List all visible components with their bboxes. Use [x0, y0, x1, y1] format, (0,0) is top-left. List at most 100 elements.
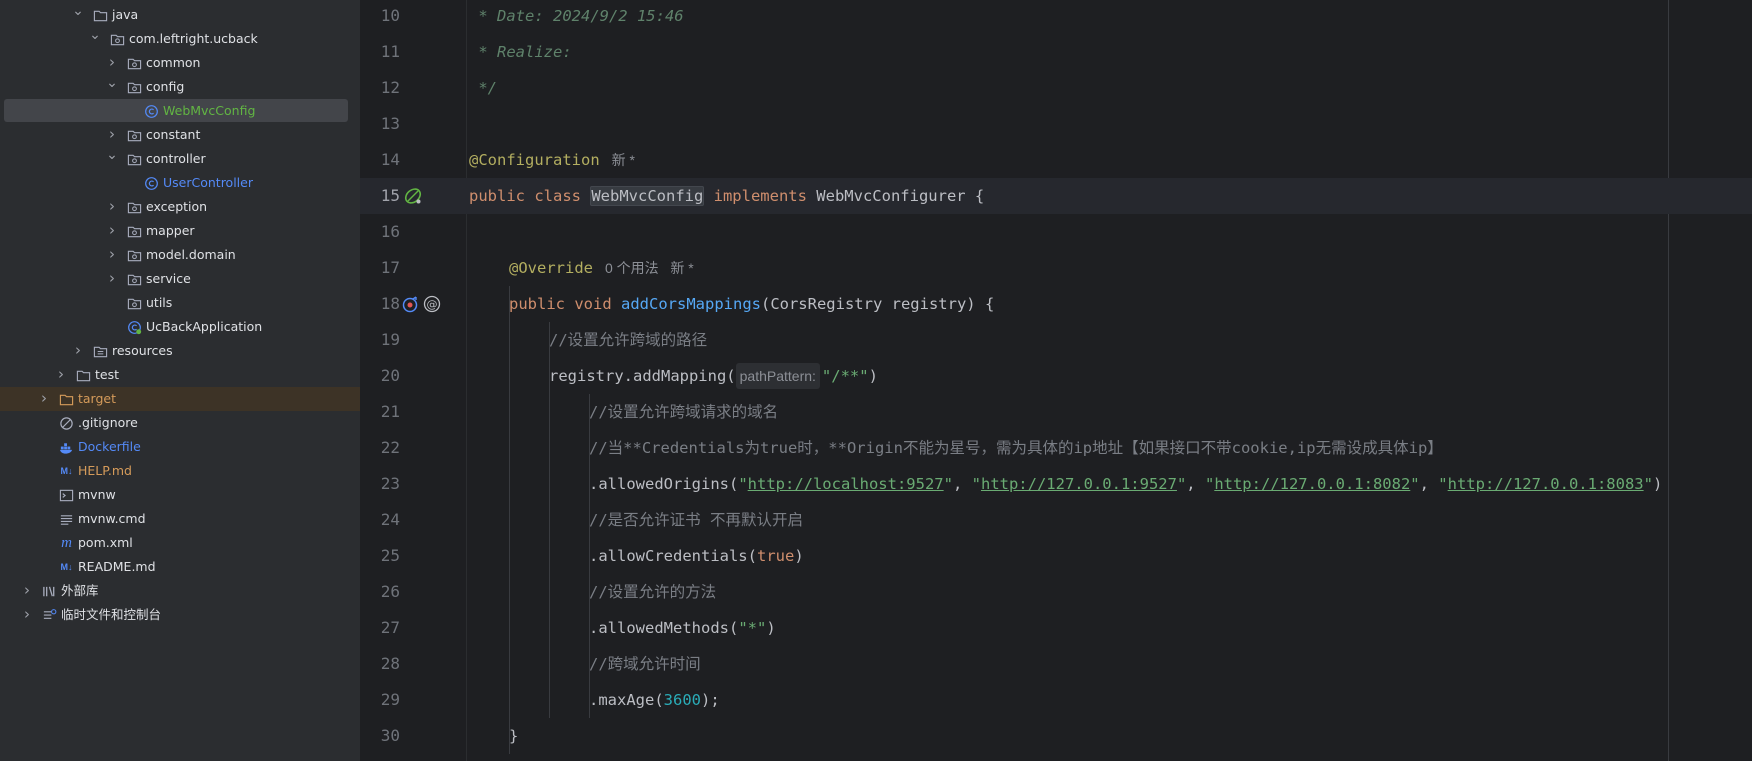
code-line[interactable]: 15 public class WebMvcConfig implements W… [360, 178, 1752, 214]
code-text[interactable]: registry.addMapping(pathPattern: "/**") [549, 358, 878, 394]
tree-item[interactable]: › exception [0, 195, 360, 219]
tree-item[interactable]: › resources [0, 339, 360, 363]
chevron-down-icon[interactable]: ⌄ [105, 75, 119, 99]
line-number[interactable]: 15 [360, 178, 400, 214]
code-text[interactable]: @Configuration 新 * [469, 142, 635, 178]
code-text[interactable]: //当**Credentials为true时，**Origin不能为星号，需为具… [589, 430, 1443, 466]
code-text[interactable]: @Override 0 个用法 新 * [509, 250, 694, 286]
line-number[interactable]: 30 [360, 718, 400, 754]
chevron-down-icon[interactable]: ⌄ [88, 27, 102, 51]
code-line[interactable]: 28 //跨域允许时间 [360, 646, 1752, 682]
code-line[interactable]: 13 [360, 106, 1752, 142]
tree-item[interactable]: mvnw [0, 483, 360, 507]
code-text[interactable]: .maxAge(3600); [589, 682, 720, 718]
chevron-right-icon[interactable]: › [37, 387, 51, 411]
line-number[interactable]: 18 [360, 286, 400, 322]
tree-item[interactable]: .gitignore [0, 411, 360, 435]
code-text[interactable]: * Date: 2024/9/2 15:46 [469, 0, 683, 34]
tree-item[interactable]: mvnw.cmd [0, 507, 360, 531]
code-text[interactable]: public void addCorsMappings(CorsRegistry… [509, 286, 994, 322]
chevron-right-icon[interactable]: › [105, 123, 119, 147]
chevron-right-icon[interactable]: › [105, 267, 119, 291]
tree-item[interactable]: UserController [0, 171, 360, 195]
url-link[interactable]: http://localhost:9527 [748, 475, 944, 493]
line-number[interactable]: 10 [360, 0, 400, 34]
line-number[interactable]: 28 [360, 646, 400, 682]
code-line[interactable]: 18 public void addCorsMappings(CorsRegist… [360, 286, 1752, 322]
tree-item[interactable]: Dockerfile [0, 435, 360, 459]
code-line[interactable]: 22 //当**Credentials为true时，**Origin不能为星号，需… [360, 430, 1752, 466]
line-number[interactable]: 14 [360, 142, 400, 178]
tree-item[interactable]: utils [0, 291, 360, 315]
inlay-hint[interactable]: 0 个用法 新 * [605, 250, 694, 286]
code-text[interactable]: .allowedMethods("*") [589, 610, 776, 646]
tree-item[interactable]: › mapper [0, 219, 360, 243]
code-line[interactable]: 21 //设置允许跨域请求的域名 [360, 394, 1752, 430]
tree-item[interactable]: ⌄ java [0, 3, 360, 27]
line-number[interactable]: 25 [360, 538, 400, 574]
line-number[interactable]: 27 [360, 610, 400, 646]
line-number[interactable]: 13 [360, 106, 400, 142]
code-line[interactable]: 25 .allowCredentials(true) [360, 538, 1752, 574]
url-link[interactable]: http://127.0.0.1:8083 [1448, 475, 1644, 493]
line-number[interactable]: 24 [360, 502, 400, 538]
tree-item[interactable]: › constant [0, 123, 360, 147]
code-line[interactable]: 27 .allowedMethods("*") [360, 610, 1752, 646]
code-text[interactable]: //跨域允许时间 [589, 646, 701, 682]
code-line[interactable]: 10 * Date: 2024/9/2 15:46 [360, 0, 1752, 34]
chevron-right-icon[interactable]: › [105, 195, 119, 219]
line-number[interactable]: 20 [360, 358, 400, 394]
inlay-hint[interactable]: 新 * [612, 142, 635, 178]
chevron-right-icon[interactable]: › [105, 243, 119, 267]
code-text[interactable]: * Realize: [469, 34, 571, 70]
chevron-down-icon[interactable]: ⌄ [71, 3, 85, 27]
tree-item[interactable]: › test [0, 363, 360, 387]
code-line[interactable]: 23 .allowedOrigins("http://localhost:9527… [360, 466, 1752, 502]
code-line[interactable]: 16 [360, 214, 1752, 250]
line-number[interactable]: 23 [360, 466, 400, 502]
url-link[interactable]: http://127.0.0.1:9527 [981, 475, 1177, 493]
line-number[interactable]: 22 [360, 430, 400, 466]
line-number[interactable]: 29 [360, 682, 400, 718]
code-line[interactable]: 20 registry.addMapping(pathPattern: "/**") [360, 358, 1752, 394]
code-line[interactable]: 30} [360, 718, 1752, 754]
code-text[interactable]: .allowCredentials(true) [589, 538, 804, 574]
line-number[interactable]: 17 [360, 250, 400, 286]
code-editor[interactable]: 10 * Date: 2024/9/2 15:46 11 * Realize: 12… [360, 0, 1752, 761]
url-link[interactable]: http://127.0.0.1:8082 [1214, 475, 1410, 493]
tree-item[interactable]: ⌄ controller [0, 147, 360, 171]
tree-item[interactable]: › target [0, 387, 360, 411]
code-text[interactable]: .allowedOrigins("http://localhost:9527",… [589, 466, 1662, 502]
tree-item[interactable]: › 外部库 [0, 579, 360, 603]
tree-item[interactable]: › common [0, 51, 360, 75]
tree-item[interactable]: › service [0, 267, 360, 291]
chevron-right-icon[interactable]: › [20, 579, 34, 603]
chevron-right-icon[interactable]: › [105, 51, 119, 75]
code-text[interactable]: //是否允许证书 不再默认开启 [589, 502, 803, 538]
implements-method-icon[interactable] [399, 293, 421, 315]
code-line[interactable]: 24 //是否允许证书 不再默认开启 [360, 502, 1752, 538]
override-at-icon[interactable]: @ [421, 293, 443, 315]
tree-item[interactable]: WebMvcConfig [0, 99, 360, 123]
code-text[interactable]: //设置允许跨域的路径 [549, 322, 707, 358]
code-line[interactable]: 19 //设置允许跨域的路径 [360, 322, 1752, 358]
code-line[interactable]: 14 @Configuration 新 * [360, 142, 1752, 178]
line-number[interactable]: 19 [360, 322, 400, 358]
chevron-right-icon[interactable]: › [71, 339, 85, 363]
code-line[interactable]: 29 .maxAge(3600); [360, 682, 1752, 718]
line-number[interactable]: 12 [360, 70, 400, 106]
spring-bean-icon[interactable] [402, 185, 424, 207]
code-text[interactable]: */ [469, 70, 497, 106]
tree-item[interactable]: M↓ HELP.md [0, 459, 360, 483]
chevron-down-icon[interactable]: ⌄ [105, 147, 119, 171]
tree-item[interactable]: › 临时文件和控制台 [0, 603, 360, 627]
code-line[interactable]: 17 @Override 0 个用法 新 * [360, 250, 1752, 286]
line-number[interactable]: 26 [360, 574, 400, 610]
tree-item[interactable]: › model.domain [0, 243, 360, 267]
code-text[interactable]: public class WebMvcConfig implements Web… [469, 178, 984, 214]
chevron-right-icon[interactable]: › [54, 363, 68, 387]
code-text[interactable]: } [509, 718, 518, 754]
line-number[interactable]: 21 [360, 394, 400, 430]
code-line[interactable]: 26 //设置允许的方法 [360, 574, 1752, 610]
tree-item[interactable]: ⌄ config [0, 75, 360, 99]
